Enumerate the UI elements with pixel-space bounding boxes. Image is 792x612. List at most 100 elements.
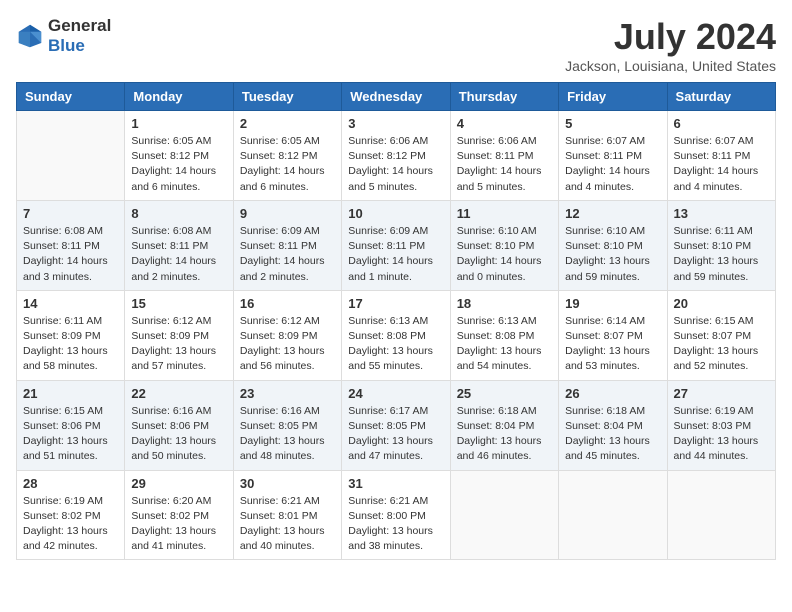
- day-number: 11: [457, 206, 552, 221]
- day-number: 29: [131, 476, 226, 491]
- day-info: Sunrise: 6:09 AMSunset: 8:11 PMDaylight:…: [348, 224, 443, 285]
- day-info: Sunrise: 6:18 AMSunset: 8:04 PMDaylight:…: [565, 404, 660, 465]
- title-area: July 2024 Jackson, Louisiana, United Sta…: [565, 16, 776, 74]
- day-number: 31: [348, 476, 443, 491]
- day-info: Sunrise: 6:06 AMSunset: 8:11 PMDaylight:…: [457, 134, 552, 195]
- day-number: 25: [457, 386, 552, 401]
- day-number: 14: [23, 296, 118, 311]
- day-info: Sunrise: 6:17 AMSunset: 8:05 PMDaylight:…: [348, 404, 443, 465]
- calendar-cell: 17 Sunrise: 6:13 AMSunset: 8:08 PMDayligh…: [342, 290, 450, 380]
- calendar-cell: 14 Sunrise: 6:11 AMSunset: 8:09 PMDayligh…: [17, 290, 125, 380]
- calendar-cell: 23 Sunrise: 6:16 AMSunset: 8:05 PMDayligh…: [233, 380, 341, 470]
- day-info: Sunrise: 6:12 AMSunset: 8:09 PMDaylight:…: [131, 314, 226, 375]
- calendar-cell: [450, 470, 558, 560]
- day-number: 2: [240, 116, 335, 131]
- calendar-cell: 30Sunrise: 6:21 AMSunset: 8:01 PMDayligh…: [233, 470, 341, 560]
- day-info: Sunrise: 6:18 AMSunset: 8:04 PMDaylight:…: [457, 404, 552, 465]
- calendar-cell: [667, 470, 775, 560]
- header-day-friday: Friday: [559, 83, 667, 111]
- logo-blue-text: Blue: [48, 36, 85, 55]
- calendar-header-row: SundayMondayTuesdayWednesdayThursdayFrid…: [17, 83, 776, 111]
- calendar-cell: 28Sunrise: 6:19 AMSunset: 8:02 PMDayligh…: [17, 470, 125, 560]
- logo: General Blue: [16, 16, 111, 56]
- day-number: 30: [240, 476, 335, 491]
- day-info: Sunrise: 6:05 AMSunset: 8:12 PMDaylight:…: [240, 134, 335, 195]
- header-day-monday: Monday: [125, 83, 233, 111]
- calendar-week-row: 7Sunrise: 6:08 AMSunset: 8:11 PMDaylight…: [17, 200, 776, 290]
- day-number: 1: [131, 116, 226, 131]
- day-info: Sunrise: 6:13 AMSunset: 8:08 PMDaylight:…: [348, 314, 443, 375]
- day-number: 27: [674, 386, 769, 401]
- day-number: 3: [348, 116, 443, 131]
- day-number: 17: [348, 296, 443, 311]
- calendar-cell: 6Sunrise: 6:07 AMSunset: 8:11 PMDaylight…: [667, 111, 775, 201]
- calendar-table: SundayMondayTuesdayWednesdayThursdayFrid…: [16, 82, 776, 560]
- calendar-cell: 16 Sunrise: 6:12 AMSunset: 8:09 PMDayligh…: [233, 290, 341, 380]
- calendar-cell: 8 Sunrise: 6:08 AMSunset: 8:11 PMDaylight…: [125, 200, 233, 290]
- calendar-cell: 13 Sunrise: 6:11 AMSunset: 8:10 PMDayligh…: [667, 200, 775, 290]
- calendar-cell: 29 Sunrise: 6:20 AMSunset: 8:02 PMDayligh…: [125, 470, 233, 560]
- calendar-cell: 25 Sunrise: 6:18 AMSunset: 8:04 PMDayligh…: [450, 380, 558, 470]
- header-day-sunday: Sunday: [17, 83, 125, 111]
- calendar-cell: 4 Sunrise: 6:06 AMSunset: 8:11 PMDaylight…: [450, 111, 558, 201]
- day-info: Sunrise: 6:08 AMSunset: 8:11 PMDaylight:…: [23, 224, 118, 285]
- day-info: Sunrise: 6:12 AMSunset: 8:09 PMDaylight:…: [240, 314, 335, 375]
- day-number: 15: [131, 296, 226, 311]
- header-day-thursday: Thursday: [450, 83, 558, 111]
- day-number: 20: [674, 296, 769, 311]
- day-number: 12: [565, 206, 660, 221]
- calendar-cell: 18 Sunrise: 6:13 AMSunset: 8:08 PMDayligh…: [450, 290, 558, 380]
- calendar-cell: 2 Sunrise: 6:05 AMSunset: 8:12 PMDaylight…: [233, 111, 341, 201]
- day-info: Sunrise: 6:16 AMSunset: 8:05 PMDaylight:…: [240, 404, 335, 465]
- day-number: 16: [240, 296, 335, 311]
- day-info: Sunrise: 6:09 AMSunset: 8:11 PMDaylight:…: [240, 224, 335, 285]
- header-day-wednesday: Wednesday: [342, 83, 450, 111]
- calendar-week-row: 1 Sunrise: 6:05 AMSunset: 8:12 PMDaylight…: [17, 111, 776, 201]
- calendar-cell: 15 Sunrise: 6:12 AMSunset: 8:09 PMDayligh…: [125, 290, 233, 380]
- day-number: 28: [23, 476, 118, 491]
- day-info: Sunrise: 6:10 AMSunset: 8:10 PMDaylight:…: [565, 224, 660, 285]
- day-number: 10: [348, 206, 443, 221]
- day-info: Sunrise: 6:07 AMSunset: 8:11 PMDaylight:…: [674, 134, 769, 195]
- calendar-cell: 5Sunrise: 6:07 AMSunset: 8:11 PMDaylight…: [559, 111, 667, 201]
- calendar-cell: 24Sunrise: 6:17 AMSunset: 8:05 PMDayligh…: [342, 380, 450, 470]
- day-number: 13: [674, 206, 769, 221]
- day-info: Sunrise: 6:21 AMSunset: 8:00 PMDaylight:…: [348, 494, 443, 555]
- day-info: Sunrise: 6:11 AMSunset: 8:09 PMDaylight:…: [23, 314, 118, 375]
- header-day-saturday: Saturday: [667, 83, 775, 111]
- day-number: 22: [131, 386, 226, 401]
- day-info: Sunrise: 6:20 AMSunset: 8:02 PMDaylight:…: [131, 494, 226, 555]
- logo-icon: [16, 22, 44, 50]
- day-info: Sunrise: 6:11 AMSunset: 8:10 PMDaylight:…: [674, 224, 769, 285]
- day-number: 9: [240, 206, 335, 221]
- day-number: 23: [240, 386, 335, 401]
- main-title: July 2024: [565, 16, 776, 58]
- day-number: 8: [131, 206, 226, 221]
- day-number: 19: [565, 296, 660, 311]
- calendar-cell: [559, 470, 667, 560]
- day-number: 18: [457, 296, 552, 311]
- calendar-week-row: 14 Sunrise: 6:11 AMSunset: 8:09 PMDayligh…: [17, 290, 776, 380]
- day-info: Sunrise: 6:15 AMSunset: 8:06 PMDaylight:…: [23, 404, 118, 465]
- calendar-week-row: 28Sunrise: 6:19 AMSunset: 8:02 PMDayligh…: [17, 470, 776, 560]
- calendar-cell: 20Sunrise: 6:15 AMSunset: 8:07 PMDayligh…: [667, 290, 775, 380]
- calendar-cell: 9 Sunrise: 6:09 AMSunset: 8:11 PMDaylight…: [233, 200, 341, 290]
- calendar-cell: 31 Sunrise: 6:21 AMSunset: 8:00 PMDayligh…: [342, 470, 450, 560]
- header-day-tuesday: Tuesday: [233, 83, 341, 111]
- day-info: Sunrise: 6:10 AMSunset: 8:10 PMDaylight:…: [457, 224, 552, 285]
- calendar-cell: [17, 111, 125, 201]
- day-number: 21: [23, 386, 118, 401]
- calendar-cell: 11 Sunrise: 6:10 AMSunset: 8:10 PMDayligh…: [450, 200, 558, 290]
- day-info: Sunrise: 6:05 AMSunset: 8:12 PMDaylight:…: [131, 134, 226, 195]
- calendar-cell: 19 Sunrise: 6:14 AMSunset: 8:07 PMDayligh…: [559, 290, 667, 380]
- calendar-cell: 22Sunrise: 6:16 AMSunset: 8:06 PMDayligh…: [125, 380, 233, 470]
- calendar-cell: 26Sunrise: 6:18 AMSunset: 8:04 PMDayligh…: [559, 380, 667, 470]
- day-info: Sunrise: 6:14 AMSunset: 8:07 PMDaylight:…: [565, 314, 660, 375]
- calendar-cell: 12 Sunrise: 6:10 AMSunset: 8:10 PMDayligh…: [559, 200, 667, 290]
- header: General Blue July 2024 Jackson, Louisian…: [16, 16, 776, 74]
- day-number: 4: [457, 116, 552, 131]
- calendar-cell: 1 Sunrise: 6:05 AMSunset: 8:12 PMDaylight…: [125, 111, 233, 201]
- day-info: Sunrise: 6:08 AMSunset: 8:11 PMDaylight:…: [131, 224, 226, 285]
- day-info: Sunrise: 6:07 AMSunset: 8:11 PMDaylight:…: [565, 134, 660, 195]
- day-info: Sunrise: 6:13 AMSunset: 8:08 PMDaylight:…: [457, 314, 552, 375]
